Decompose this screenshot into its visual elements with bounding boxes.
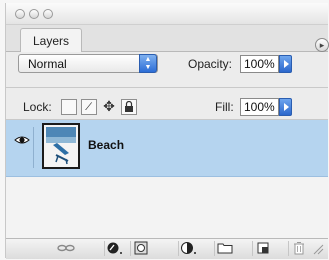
divider xyxy=(6,87,328,88)
link-layers-icon[interactable] xyxy=(56,241,76,256)
select-stepper-icon: ▲ ▼ xyxy=(139,54,157,73)
beach-chair-icon xyxy=(44,125,78,167)
eye-icon xyxy=(14,136,30,144)
layer-thumbnail[interactable] xyxy=(42,123,80,169)
layer-row[interactable]: Beach xyxy=(6,120,328,177)
lock-transparent-icon[interactable] xyxy=(61,99,77,115)
layer-name[interactable]: Beach xyxy=(88,138,124,152)
blend-mode-select[interactable]: Normal ▲ ▼ xyxy=(18,54,158,73)
lock-move-icon[interactable]: ✥ xyxy=(101,99,117,115)
layer-mask-icon[interactable] xyxy=(130,241,150,256)
visibility-toggle[interactable] xyxy=(11,127,34,168)
layers-toolbar xyxy=(6,238,328,259)
tab-layers[interactable]: Layers xyxy=(20,28,82,52)
fill-slider-button[interactable] xyxy=(279,98,292,116)
adjustment-layer-icon[interactable] xyxy=(178,241,198,256)
lock-label: Lock: xyxy=(23,100,52,114)
lock-paint-icon[interactable]: ∕ xyxy=(81,99,97,115)
new-group-icon[interactable] xyxy=(214,241,234,256)
layers-panel: Layers ▸ Normal ▲ ▼ Opacity: 100% Lock: ∕… xyxy=(5,3,329,259)
minimize-window-button[interactable] xyxy=(29,9,39,19)
fill-input[interactable]: 100% xyxy=(240,98,279,116)
resize-grip-icon[interactable] xyxy=(308,241,328,256)
triangle-right-icon: ▸ xyxy=(319,40,325,50)
blend-mode-value: Normal xyxy=(28,57,67,71)
panel-titlebar xyxy=(6,3,328,25)
new-layer-icon[interactable] xyxy=(252,241,272,256)
layer-list: Beach xyxy=(6,120,328,240)
panel-menu-button[interactable]: ▸ xyxy=(315,38,329,52)
close-window-button[interactable] xyxy=(15,9,25,19)
layer-style-icon[interactable] xyxy=(104,241,124,256)
opacity-label: Opacity: xyxy=(188,57,233,71)
lock-all-icon[interactable] xyxy=(121,99,137,115)
zoom-window-button[interactable] xyxy=(43,9,53,19)
opacity-slider-button[interactable] xyxy=(279,55,292,73)
fill-label: Fill: xyxy=(215,100,234,114)
trash-icon[interactable] xyxy=(288,241,308,256)
opacity-input[interactable]: 100% xyxy=(240,55,279,73)
tab-strip: Layers xyxy=(6,25,328,52)
